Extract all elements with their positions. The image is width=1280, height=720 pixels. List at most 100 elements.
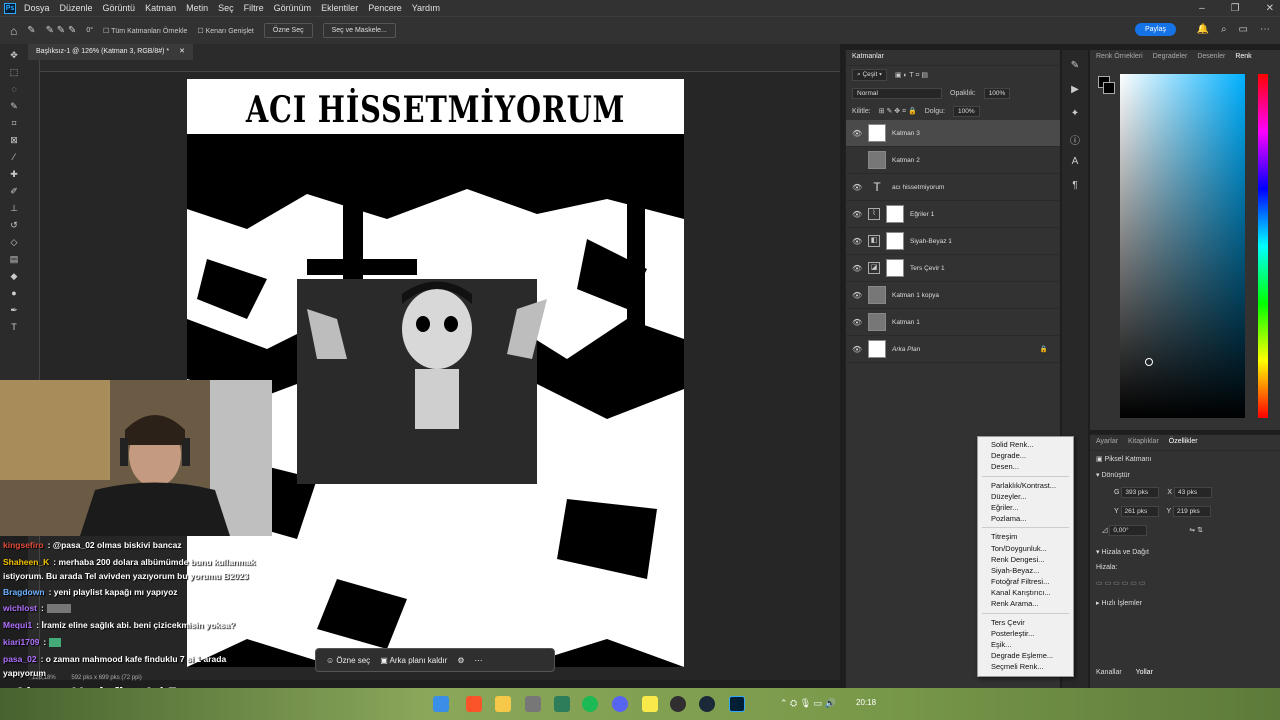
select-and-mask-button[interactable]: Seç ve Maskele... bbox=[322, 23, 396, 38]
menu-item-gradient[interactable]: Degrade... bbox=[978, 450, 1073, 461]
remove-background-button[interactable]: ▣ Arka planı kaldır bbox=[380, 656, 447, 665]
notification-icon[interactable]: 🔔 bbox=[1196, 24, 1208, 35]
menu-layer[interactable]: Katman bbox=[145, 3, 176, 13]
layer-row[interactable]: 👁 Arka Plan 🔒 bbox=[846, 336, 1060, 363]
menu-item-channel-mixer[interactable]: Kanal Karıştırıcı... bbox=[978, 587, 1073, 598]
blur-tool-icon[interactable]: ◆ bbox=[8, 270, 20, 282]
menu-item-color-balance[interactable]: Renk Dengesi... bbox=[978, 554, 1073, 565]
menu-item-solid-color[interactable]: Solid Renk... bbox=[978, 439, 1073, 450]
blend-mode-dropdown[interactable]: Normal bbox=[852, 87, 942, 99]
glyph-icon[interactable]: ✦ bbox=[1068, 108, 1082, 122]
photoshop-taskbar-icon[interactable] bbox=[729, 696, 745, 712]
discord-icon[interactable] bbox=[612, 696, 628, 712]
menu-filter[interactable]: Filtre bbox=[244, 3, 264, 13]
crop-tool-icon[interactable]: ⌗ bbox=[8, 117, 20, 129]
eyedropper-tool-icon[interactable]: ⁄ bbox=[8, 151, 20, 163]
tab-patterns[interactable]: Desenler bbox=[1197, 53, 1225, 63]
menu-item-hue-saturation[interactable]: Ton/Doygunluk... bbox=[978, 543, 1073, 554]
menu-item-exposure[interactable]: Pozlama... bbox=[978, 513, 1073, 524]
brave-browser-icon[interactable] bbox=[466, 696, 482, 712]
menu-item-vibrance[interactable]: Titreşim bbox=[978, 531, 1073, 542]
spotify-icon[interactable] bbox=[582, 696, 598, 712]
color-picker-cursor[interactable] bbox=[1145, 358, 1153, 366]
app-icon[interactable] bbox=[554, 696, 570, 712]
enhance-edge-checkbox[interactable]: ☐ Kenarı Genişlet bbox=[197, 27, 253, 35]
frame-tool-icon[interactable]: ⊠ bbox=[8, 134, 20, 146]
play-actions-icon[interactable]: ▶ bbox=[1068, 84, 1082, 98]
brush-tool-icon[interactable]: ✐ bbox=[8, 185, 20, 197]
menu-view[interactable]: Görünüm bbox=[274, 3, 312, 13]
menu-item-invert[interactable]: Ters Çevir bbox=[978, 617, 1073, 628]
menu-item-color-lookup[interactable]: Renk Arama... bbox=[978, 598, 1073, 609]
menu-item-levels[interactable]: Düzeyler... bbox=[978, 491, 1073, 502]
obs-icon[interactable] bbox=[670, 696, 686, 712]
taskbar-clock[interactable]: 20:18 bbox=[856, 698, 876, 707]
healing-tool-icon[interactable]: ✚ bbox=[8, 168, 20, 180]
pen-tool-icon[interactable]: ✒ bbox=[8, 304, 20, 316]
tab-adjustments[interactable]: Ayarlar bbox=[1096, 438, 1118, 447]
menu-item-photo-filter[interactable]: Fotoğraf Filtresi... bbox=[978, 576, 1073, 587]
layer-filter-dropdown[interactable]: ⌕ Çeşit ▾ bbox=[852, 69, 887, 81]
visibility-eye-icon[interactable]: 👁 bbox=[852, 210, 862, 219]
menu-item-brightness-contrast[interactable]: Parlaklık/Kontrast... bbox=[978, 480, 1073, 491]
layer-row[interactable]: 👁 Katman 1 bbox=[846, 309, 1060, 336]
angle-field[interactable]: 0° bbox=[86, 27, 93, 34]
layer-row[interactable]: 👁 T acı hissetmiyorum bbox=[846, 174, 1060, 201]
layer-row[interactable]: Katman 2 bbox=[846, 147, 1060, 174]
quick-actions-title[interactable]: ▸ Hızlı İşlemler bbox=[1090, 595, 1280, 611]
flip-icons[interactable]: ⇋ ⇅ bbox=[1189, 527, 1203, 534]
share-button[interactable]: Paylaş bbox=[1134, 23, 1176, 36]
restore-icon[interactable]: ❐ bbox=[1231, 3, 1240, 14]
gradient-tool-icon[interactable]: ▤ bbox=[8, 253, 20, 265]
menu-item-gradient-map[interactable]: Degrade Eşleme... bbox=[978, 650, 1073, 661]
tab-swatches[interactable]: Renk Örnekleri bbox=[1096, 53, 1143, 63]
align-section-title[interactable]: ▾ Hizala ve Dağıt bbox=[1090, 544, 1280, 560]
menu-item-pattern[interactable]: Desen... bbox=[978, 461, 1073, 472]
layer-row[interactable]: 👁 Katman 1 kopya bbox=[846, 282, 1060, 309]
menu-plugins[interactable]: Eklentiler bbox=[321, 3, 358, 13]
tab-color[interactable]: Renk bbox=[1235, 53, 1251, 63]
menu-edit[interactable]: Düzenle bbox=[60, 3, 93, 13]
info-icon[interactable]: ⓘ bbox=[1068, 132, 1082, 147]
quick-select-tool-icon[interactable]: ✎ bbox=[8, 100, 20, 112]
workspace-icon[interactable]: ▭ bbox=[1239, 24, 1248, 35]
visibility-eye-icon[interactable]: 👁 bbox=[852, 183, 862, 192]
system-tray-icons[interactable]: ⌃ ⛭ 🎙 ▭ 🔊 bbox=[780, 698, 836, 709]
transform-section-title[interactable]: ▾ Dönüştür bbox=[1090, 467, 1280, 483]
windows-start-icon[interactable] bbox=[433, 696, 449, 712]
search-icon[interactable]: ⌕ bbox=[1221, 24, 1227, 35]
x-field[interactable]: 43 pks bbox=[1173, 487, 1212, 498]
visibility-eye-icon[interactable]: 👁 bbox=[852, 345, 862, 354]
brush-mode-icons[interactable]: ✎ ✎ ✎ bbox=[46, 25, 77, 36]
lasso-tool-icon[interactable]: ◌ bbox=[8, 83, 20, 95]
tab-paths[interactable]: Yollar bbox=[1136, 669, 1153, 676]
layer-row[interactable]: 👁 Katman 3 bbox=[846, 120, 1060, 147]
layers-panel-title[interactable]: Katmanlar bbox=[846, 50, 1060, 66]
layer-row[interactable]: 👁 ⌇ Eğriler 1 bbox=[846, 201, 1060, 228]
y-field[interactable]: 219 pks bbox=[1172, 506, 1211, 517]
tool-app-icon[interactable] bbox=[525, 696, 541, 712]
move-tool-icon[interactable]: ✥ bbox=[8, 49, 20, 61]
background-color-swatch[interactable] bbox=[1103, 82, 1115, 94]
sample-all-layers-checkbox[interactable]: ☐ Tüm Katmanları Örnekle bbox=[103, 27, 187, 35]
fill-field[interactable]: 100% bbox=[952, 105, 980, 117]
character-icon[interactable]: A bbox=[1068, 156, 1082, 170]
close-icon[interactable]: ✕ bbox=[1266, 3, 1274, 14]
settings-icon[interactable]: ⚙ bbox=[457, 656, 464, 665]
select-subject-context-button[interactable]: ☺ Özne seç bbox=[326, 656, 370, 665]
menu-item-posterize[interactable]: Posterleştir... bbox=[978, 628, 1073, 639]
marquee-tool-icon[interactable]: ⬚ bbox=[8, 66, 20, 78]
color-spectrum-picker[interactable] bbox=[1120, 74, 1245, 418]
menu-file[interactable]: Dosya bbox=[24, 3, 50, 13]
angle-field[interactable]: 0,00° bbox=[1109, 525, 1148, 536]
stamp-tool-icon[interactable]: ⊥ bbox=[8, 202, 20, 214]
select-subject-button[interactable]: Özne Seç bbox=[263, 23, 313, 38]
tab-libraries[interactable]: Kitaplıklar bbox=[1128, 438, 1159, 447]
home-icon[interactable]: ⌂ bbox=[10, 24, 17, 38]
visibility-eye-icon[interactable]: 👁 bbox=[852, 264, 862, 273]
history-brush-icon[interactable]: ↺ bbox=[8, 219, 20, 231]
layer-row[interactable]: 👁 ◪ Ters Çevir 1 bbox=[846, 255, 1060, 282]
zoom-level[interactable]: 126,18% bbox=[32, 675, 56, 681]
menu-window[interactable]: Pencere bbox=[368, 3, 402, 13]
lock-icons[interactable]: ⊞ ✎ ✥ ⌗ 🔒 bbox=[879, 107, 917, 116]
